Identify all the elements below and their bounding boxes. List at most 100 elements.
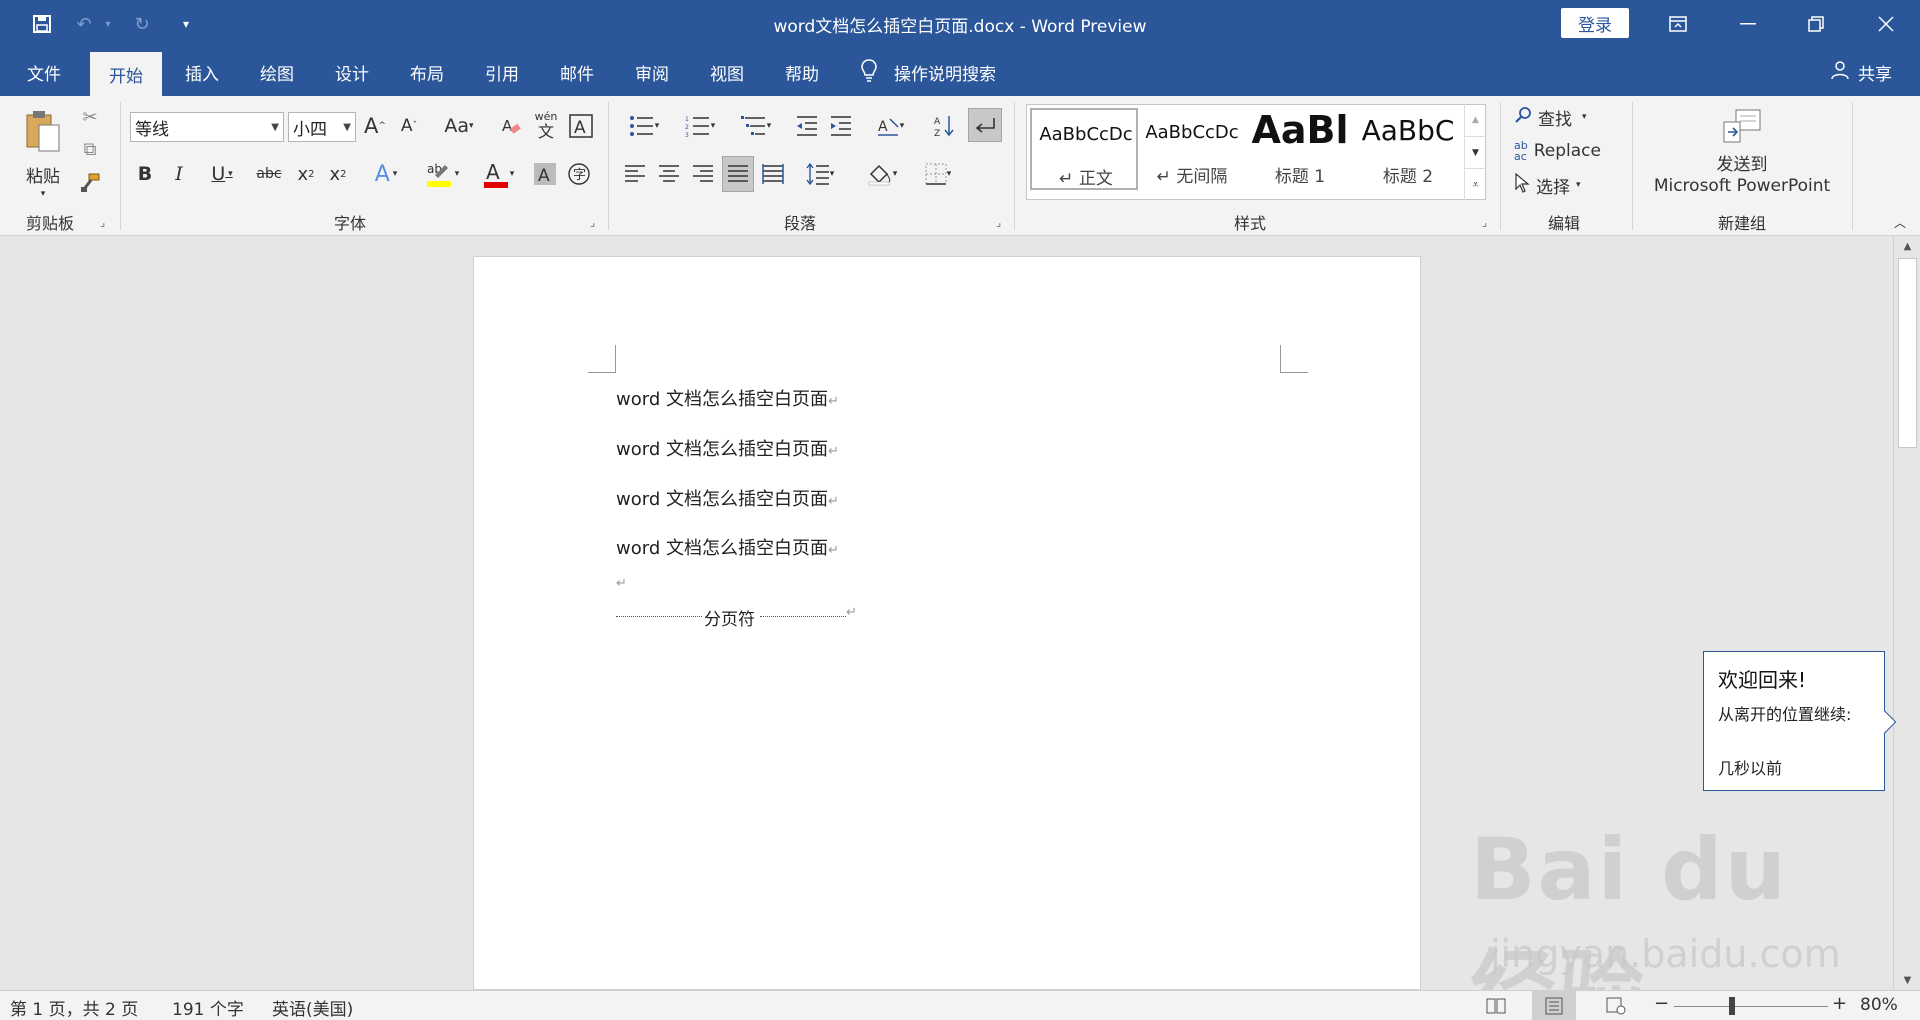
document-title: word文档怎么插空白页面.docx - Word Preview (773, 17, 1147, 37)
text-effects-icon[interactable]: A ▾ (364, 158, 408, 190)
tab-references[interactable]: 引用 (470, 48, 534, 96)
bullets-icon[interactable]: ▾ (620, 110, 668, 142)
highlight-color-icon[interactable]: ab ▾ (418, 156, 466, 192)
tab-insert[interactable]: 插入 (170, 48, 234, 96)
text-direction-icon[interactable]: A ▾ (866, 110, 914, 142)
decrease-indent-icon[interactable] (792, 110, 822, 142)
borders-icon[interactable]: ▾ (914, 158, 962, 190)
underline-button[interactable]: U ▾ (200, 158, 244, 190)
select-button[interactable]: 选择 ▾ (1514, 170, 1614, 200)
style-normal[interactable]: AaBbCcDc ↵ 正文 (1030, 108, 1138, 190)
align-left-icon[interactable] (620, 158, 650, 190)
restore-icon[interactable] (1786, 0, 1846, 48)
styles-scroll-up-icon[interactable]: ▲ (1464, 104, 1486, 136)
distributed-icon[interactable] (758, 158, 788, 190)
styles-scroll-down-icon[interactable]: ▼ (1464, 136, 1486, 168)
style-name: ↵ 正文 (1059, 169, 1113, 189)
empty-paragraph[interactable]: ↵ (616, 571, 627, 592)
cut-icon[interactable]: ✂ (76, 104, 104, 130)
scrollbar-thumb[interactable] (1898, 258, 1917, 448)
bold-button[interactable]: B (132, 158, 158, 190)
italic-button[interactable]: I (166, 158, 192, 190)
format-painter-icon[interactable] (76, 170, 104, 196)
increase-indent-icon[interactable] (826, 110, 856, 142)
send-line2: Microsoft PowerPoint (1653, 176, 1831, 196)
shading-icon[interactable]: ▾ (858, 158, 906, 190)
enclose-characters-icon[interactable]: 字 (564, 158, 594, 190)
paragraph[interactable]: word 文档怎么插空白页面↵ (616, 534, 839, 560)
send-to-powerpoint-button[interactable]: 发送到 Microsoft PowerPoint (1642, 104, 1842, 200)
show-formatting-marks-icon[interactable] (968, 108, 1002, 142)
svg-text:1: 1 (685, 116, 689, 123)
styles-launcher-icon[interactable]: ⌟ (1482, 216, 1487, 229)
read-mode-icon[interactable] (1474, 991, 1518, 1020)
styles-more-icon[interactable]: ⩡ (1464, 168, 1486, 200)
strikethrough-button[interactable]: abc (252, 158, 286, 190)
zoom-slider-thumb[interactable] (1729, 997, 1735, 1015)
font-color-icon[interactable]: A ▾ (474, 156, 522, 192)
paragraph[interactable]: word 文档怎么插空白页面↵ (616, 435, 839, 461)
document-page[interactable]: word 文档怎么插空白页面↵ word 文档怎么插空白页面↵ word 文档怎… (473, 256, 1421, 990)
zoom-out-icon[interactable]: − (1654, 993, 1669, 1014)
tab-view[interactable]: 视图 (695, 48, 759, 96)
web-layout-icon[interactable] (1594, 991, 1638, 1020)
minimize-icon[interactable] (1718, 0, 1778, 48)
change-case-icon[interactable]: Aa ▾ (436, 110, 482, 142)
superscript-button[interactable]: x2 (324, 158, 352, 190)
character-shading-icon[interactable]: A (530, 158, 560, 190)
copy-icon[interactable]: ⧉ (76, 136, 104, 162)
page-count[interactable]: 第 1 页，共 2 页 (10, 995, 138, 1020)
multilevel-list-icon[interactable]: ▾ (732, 110, 780, 142)
numbering-icon[interactable]: 1 2 3 ▾ (676, 110, 724, 142)
ribbon-display-options-icon[interactable] (1648, 0, 1708, 48)
paragraph[interactable]: word 文档怎么插空白页面↵ (616, 485, 839, 511)
character-border-icon[interactable]: A (566, 110, 596, 142)
word-count[interactable]: 191 个字 (172, 995, 244, 1020)
clear-formatting-icon[interactable]: A (496, 110, 526, 142)
svg-text:A: A (934, 117, 941, 127)
style-no-spacing[interactable]: AaBbCcDc ↵ 无间隔 (1138, 108, 1246, 190)
tell-me-search[interactable]: 操作说明搜索 (860, 48, 996, 96)
justify-icon[interactable] (722, 156, 754, 192)
zoom-slider[interactable] (1674, 1006, 1828, 1007)
font-size-combo[interactable]: 小四 ▼ (288, 112, 356, 142)
page-break[interactable]: 分页符 ↵ (616, 605, 857, 630)
grow-font-icon[interactable]: A ^ (362, 110, 388, 142)
close-icon[interactable] (1856, 0, 1916, 48)
tab-mailings[interactable]: 邮件 (545, 48, 609, 96)
zoom-level[interactable]: 80% (1860, 995, 1898, 1015)
paragraph[interactable]: word 文档怎么插空白页面↵ (616, 385, 839, 411)
login-button[interactable]: 登录 (1561, 8, 1629, 38)
phonetic-guide-icon[interactable]: wén 文 (530, 108, 562, 144)
sort-icon[interactable]: AZ (930, 110, 960, 142)
scroll-up-icon[interactable]: ▲ (1894, 236, 1920, 256)
tab-layout[interactable]: 布局 (395, 48, 459, 96)
shrink-font-icon[interactable]: Aˇ (396, 110, 422, 142)
paste-button[interactable]: 粘贴 ▾ (18, 106, 68, 202)
tab-design[interactable]: 设计 (320, 48, 384, 96)
tab-home[interactable]: 开始 (90, 52, 162, 96)
font-launcher-icon[interactable]: ⌟ (590, 216, 595, 229)
share-button[interactable]: 共享 (1830, 48, 1892, 96)
style-heading-1[interactable]: AaBl 标题 1 (1246, 108, 1354, 190)
replace-button[interactable]: ab ac Replace (1514, 136, 1624, 166)
paste-label: 粘贴 (26, 167, 60, 187)
tab-draw[interactable]: 绘图 (245, 48, 309, 96)
subscript-button[interactable]: x2 (292, 158, 320, 190)
align-right-icon[interactable] (688, 158, 718, 190)
style-heading-2[interactable]: AaBbC 标题 2 (1354, 108, 1462, 190)
find-button[interactable]: 查找 ▾ (1514, 102, 1614, 132)
align-center-icon[interactable] (654, 158, 684, 190)
welcome-back-callout[interactable]: 欢迎回来! 从离开的位置继续: 几秒以前 (1703, 651, 1897, 791)
collapse-ribbon-icon[interactable]: ︿ (1888, 212, 1912, 232)
paragraph-launcher-icon[interactable]: ⌟ (996, 216, 1001, 229)
print-layout-icon[interactable] (1532, 991, 1576, 1020)
zoom-in-icon[interactable]: + (1832, 993, 1847, 1014)
tab-review[interactable]: 审阅 (620, 48, 684, 96)
clipboard-launcher-icon[interactable]: ⌟ (100, 216, 105, 229)
tab-file[interactable]: 文件 (12, 48, 76, 96)
font-name-combo[interactable]: 等线 ▼ (130, 112, 284, 142)
line-spacing-icon[interactable]: ▾ (796, 158, 844, 190)
tab-help[interactable]: 帮助 (770, 48, 834, 96)
language-status[interactable]: 英语(美国) (272, 995, 353, 1020)
